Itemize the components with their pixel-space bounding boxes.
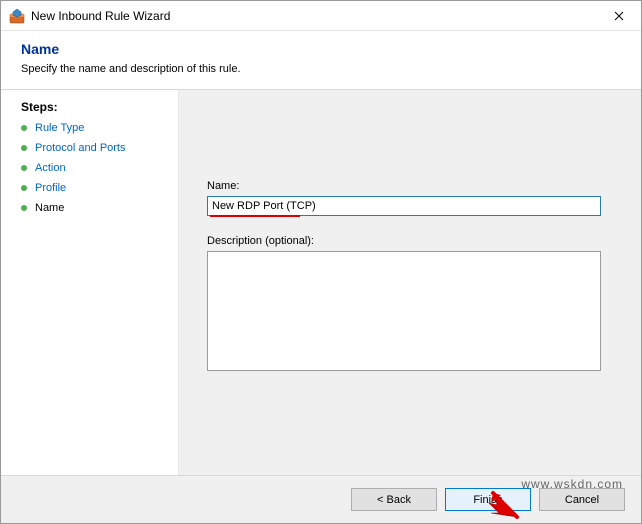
step-label: Action (35, 162, 66, 174)
wizard-footer: www.wskdn.com < Back Finish Cancel (1, 475, 641, 523)
spellcheck-underline (210, 215, 300, 217)
steps-sidebar: Steps: Rule Type Protocol and Ports Acti… (1, 90, 179, 475)
step-action[interactable]: Action (21, 162, 164, 174)
description-input[interactable] (207, 251, 601, 371)
name-label: Name: (207, 180, 601, 192)
step-name[interactable]: Name (21, 202, 164, 214)
close-icon (614, 11, 624, 21)
step-label: Rule Type (35, 122, 84, 134)
firewall-icon (9, 8, 25, 24)
close-button[interactable] (596, 1, 641, 31)
step-label: Protocol and Ports (35, 142, 126, 154)
step-bullet-icon (21, 185, 27, 191)
wizard-body: Steps: Rule Type Protocol and Ports Acti… (1, 90, 641, 475)
titlebar: New Inbound Rule Wizard (1, 1, 641, 31)
step-rule-type[interactable]: Rule Type (21, 122, 164, 134)
page-title: Name (21, 41, 621, 57)
step-bullet-icon (21, 145, 27, 151)
step-bullet-icon (21, 165, 27, 171)
window-title: New Inbound Rule Wizard (31, 9, 596, 23)
back-button[interactable]: < Back (351, 488, 437, 511)
steps-heading: Steps: (21, 100, 164, 114)
name-input[interactable] (207, 196, 601, 216)
page-subtitle: Specify the name and description of this… (21, 63, 621, 75)
main-panel: Name: Description (optional): (179, 90, 641, 475)
step-bullet-icon (21, 205, 27, 211)
cancel-button[interactable]: Cancel (539, 488, 625, 511)
finish-button[interactable]: Finish (445, 488, 531, 511)
step-protocol-and-ports[interactable]: Protocol and Ports (21, 142, 164, 154)
step-profile[interactable]: Profile (21, 182, 164, 194)
step-label: Name (35, 202, 64, 214)
step-bullet-icon (21, 125, 27, 131)
description-label: Description (optional): (207, 235, 601, 247)
step-label: Profile (35, 182, 66, 194)
wizard-header: Name Specify the name and description of… (1, 31, 641, 90)
